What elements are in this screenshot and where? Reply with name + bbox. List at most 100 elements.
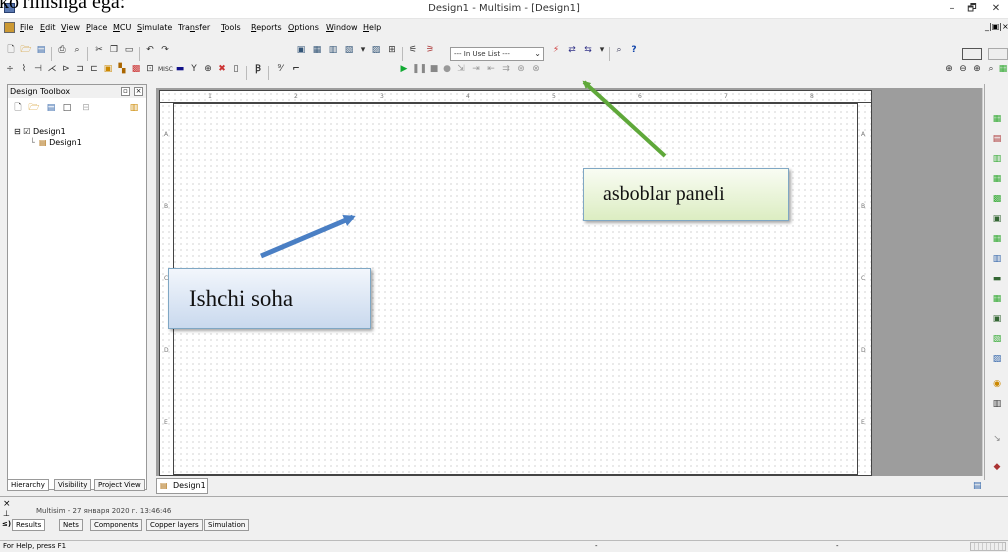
current-probe-icon[interactable]: ◆ bbox=[991, 462, 1003, 473]
menu-place[interactable]: Place bbox=[86, 23, 107, 32]
tree-root-item[interactable]: ⊟ ☑ Design1 bbox=[14, 127, 66, 136]
grapher-icon[interactable]: ▨ bbox=[370, 45, 382, 56]
menu-window[interactable]: Window bbox=[326, 23, 358, 32]
menu-transfer[interactable]: Transfer bbox=[178, 23, 210, 32]
bode-plotter-icon[interactable]: ▣ bbox=[991, 214, 1003, 225]
misc-component-icon[interactable]: MISC bbox=[158, 64, 173, 75]
mini-view-icon[interactable] bbox=[988, 48, 1008, 60]
menu-reports[interactable]: Reports bbox=[251, 23, 282, 32]
oscilloscope-icon[interactable]: ▦ bbox=[991, 174, 1003, 185]
undo-icon[interactable]: ↶ bbox=[144, 45, 156, 56]
step-into-icon[interactable]: ⇲ bbox=[455, 64, 467, 75]
rf-component-icon[interactable]: Y bbox=[188, 64, 200, 75]
indicator-icon[interactable]: ▩ bbox=[130, 64, 142, 75]
hierarchical-block-icon[interactable]: Ꞵ bbox=[252, 64, 264, 75]
delete-design-icon[interactable]: ⊟ bbox=[80, 103, 92, 114]
step-over-icon[interactable]: ⇥ bbox=[470, 64, 482, 75]
function-generator-icon[interactable]: ▤ bbox=[991, 134, 1003, 145]
open-folder-icon[interactable]: 🗁 bbox=[20, 45, 32, 56]
tab-results[interactable]: Results bbox=[12, 519, 46, 531]
menu-options[interactable]: Options bbox=[288, 23, 319, 32]
basic-icon[interactable]: ⌇ bbox=[18, 64, 30, 75]
panel-menu-icon[interactable]: ▫ bbox=[121, 87, 130, 96]
frequency-counter-icon[interactable]: ▦ bbox=[991, 234, 1003, 245]
tab-project-view[interactable]: Project View bbox=[94, 479, 145, 491]
place-junction-icon[interactable]: ⌐ bbox=[290, 64, 302, 75]
place-bus-icon[interactable]: ⁹⁄ bbox=[274, 64, 286, 75]
toggle-breakpoint-icon[interactable]: ⊛ bbox=[515, 64, 527, 75]
tab-components[interactable]: Components bbox=[90, 519, 143, 531]
zoom-in-icon[interactable]: ⊕ bbox=[943, 64, 955, 75]
close-design-icon[interactable]: □ bbox=[61, 103, 73, 114]
source-icon[interactable]: ÷ bbox=[4, 64, 16, 75]
print-icon[interactable]: ⎙ bbox=[56, 45, 68, 56]
logic-analyzer-icon[interactable]: ▦ bbox=[991, 294, 1003, 305]
misc-digital-icon[interactable]: ▣ bbox=[102, 64, 114, 75]
mdi-child-buttons[interactable]: _|▣|× bbox=[985, 22, 1008, 31]
dropdown-arrow-icon[interactable]: ▾ bbox=[596, 45, 608, 56]
menu-tools[interactable]: Tools bbox=[221, 23, 241, 32]
cut-icon[interactable]: ✂ bbox=[93, 45, 105, 56]
electrical-rules-icon[interactable]: ⚟ bbox=[407, 45, 419, 56]
tab-copper-layers[interactable]: Copper layers bbox=[146, 519, 203, 531]
sheet-properties-icon[interactable]: ▤ bbox=[973, 481, 982, 491]
cmos-icon[interactable]: ⊏ bbox=[88, 64, 100, 75]
remove-breakpoints-icon[interactable]: ⊗ bbox=[530, 64, 542, 75]
logic-converter-icon[interactable]: ▬ bbox=[991, 274, 1003, 285]
tab-nets[interactable]: Nets bbox=[59, 519, 83, 531]
menu-view[interactable]: View bbox=[61, 23, 80, 32]
find-examples-icon[interactable]: ⌕ bbox=[613, 45, 625, 56]
component-wizard-icon[interactable]: ▧ bbox=[343, 45, 355, 56]
electromechanical-icon[interactable]: ⊕ bbox=[202, 64, 214, 75]
distortion-analyzer-icon[interactable]: ▧ bbox=[991, 334, 1003, 345]
spectrum-analyzer-icon[interactable]: ▨ bbox=[991, 354, 1003, 365]
mcu-component-icon[interactable]: ▯ bbox=[230, 64, 242, 75]
maximize-button[interactable]: 🗗 bbox=[964, 2, 980, 16]
full-screen-icon[interactable]: ▣ bbox=[295, 45, 307, 56]
advanced-peripherals-icon[interactable]: ▬ bbox=[174, 64, 186, 75]
save-icon[interactable]: ▤ bbox=[35, 45, 47, 56]
menu-file[interactable]: File bbox=[20, 23, 33, 32]
backward-annotate-icon[interactable]: ⇆ bbox=[582, 45, 594, 56]
open-design-icon[interactable]: 🗁 bbox=[28, 103, 40, 114]
tab-visibility[interactable]: Visibility bbox=[54, 479, 92, 491]
print-preview-icon[interactable]: ⌕ bbox=[71, 45, 83, 56]
pause-simulation-icon[interactable]: ❚❚ bbox=[412, 64, 427, 75]
power-component-icon[interactable]: ⊡ bbox=[144, 64, 156, 75]
diode-icon[interactable]: ⊣ bbox=[32, 64, 44, 75]
tektronix-instrument-icon[interactable]: ▥ bbox=[991, 399, 1003, 410]
zoom-fit-icon[interactable]: ⌕ bbox=[985, 64, 997, 75]
ttl-icon[interactable]: ⊐ bbox=[74, 64, 86, 75]
close-button[interactable]: ✕ bbox=[988, 2, 1004, 16]
minimize-button[interactable]: – bbox=[944, 2, 960, 16]
database-manager-icon[interactable]: ▥ bbox=[327, 45, 339, 56]
menu-edit[interactable]: Edit bbox=[40, 23, 56, 32]
pin-icon[interactable]: ⊥ bbox=[3, 510, 10, 518]
document-menu-icon[interactable] bbox=[4, 22, 15, 33]
menu-help[interactable]: Help bbox=[363, 23, 381, 32]
copy-icon[interactable]: ❐ bbox=[108, 45, 120, 56]
tab-hierarchy[interactable]: Hierarchy bbox=[7, 479, 49, 491]
forward-annotate-icon[interactable]: ⇄ bbox=[566, 45, 578, 56]
redo-icon[interactable]: ↷ bbox=[159, 45, 171, 56]
zoom-area-icon[interactable]: ⊕ bbox=[971, 64, 983, 75]
four-channel-oscilloscope-icon[interactable]: ▩ bbox=[991, 194, 1003, 205]
save-design-icon[interactable]: ▤ bbox=[45, 103, 57, 114]
multimeter-icon[interactable]: ▦ bbox=[991, 114, 1003, 125]
agilent-instrument-icon[interactable]: ◉ bbox=[991, 379, 1003, 390]
breakpoint-icon[interactable]: ● bbox=[441, 64, 453, 75]
spreadsheet-view-icon[interactable]: ▦ bbox=[311, 45, 323, 56]
wattmeter-icon[interactable]: ▥ bbox=[991, 154, 1003, 165]
stop-simulation-icon[interactable]: ■ bbox=[428, 64, 440, 75]
tree-child-item[interactable]: ▤ Design1 bbox=[39, 138, 82, 147]
zoom-out-icon[interactable]: ⊖ bbox=[957, 64, 969, 75]
step-out-icon[interactable]: ⇤ bbox=[485, 64, 497, 75]
close-icon[interactable]: × bbox=[3, 500, 11, 509]
transistor-icon[interactable]: ⋌ bbox=[46, 64, 58, 75]
instrument-icon[interactable]: ▦ bbox=[997, 64, 1008, 75]
menu-simulate[interactable]: Simulate bbox=[137, 23, 172, 32]
new-file-icon[interactable]: 🗋 bbox=[5, 45, 17, 56]
postprocessor-icon[interactable]: ⊞ bbox=[386, 45, 398, 56]
properties-icon[interactable]: ▥ bbox=[128, 103, 140, 114]
ni-component-icon[interactable]: ✖ bbox=[216, 64, 228, 75]
